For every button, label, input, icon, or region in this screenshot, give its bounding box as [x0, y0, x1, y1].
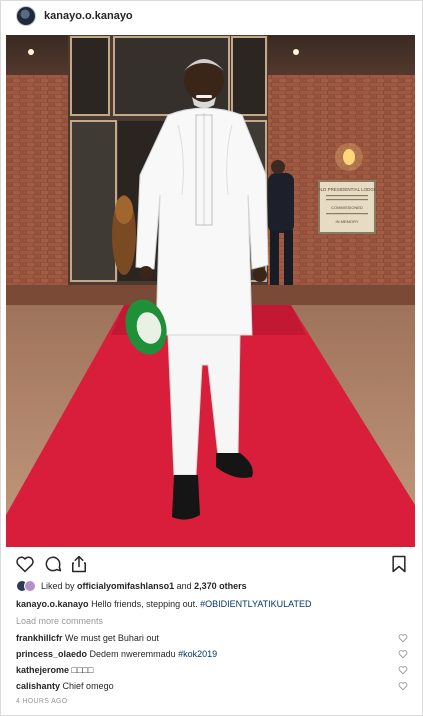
liker-avatar[interactable]: [24, 580, 36, 592]
comment-like-heart-icon[interactable]: [398, 681, 408, 691]
comment-text: Dedem nweremmadu: [89, 649, 176, 659]
load-more-comments-link[interactable]: Load more comments: [16, 616, 103, 626]
likes-others[interactable]: 2,370 others: [194, 581, 247, 591]
user-avatar[interactable]: [16, 6, 36, 26]
comment-text: □□□□: [71, 665, 94, 675]
post-photo[interactable]: OLD PRESIDENTIAL LODGE COMMISSIONED IN M…: [6, 35, 415, 547]
plaque-line1: OLD PRESIDENTIAL LODGE: [317, 187, 377, 192]
likes-joiner: and: [176, 581, 192, 591]
comment-row: calishanty Chief omego: [16, 681, 408, 691]
share-icon[interactable]: [69, 554, 89, 574]
post-timestamp[interactable]: 4 HOURS AGO: [16, 698, 68, 705]
comment-username[interactable]: frankhillcfr: [16, 633, 63, 643]
plaque-line2: COMMISSIONED: [331, 205, 363, 210]
likes-prefix: Liked by: [41, 581, 75, 591]
comment-hashtag[interactable]: #kok2019: [178, 649, 217, 659]
post-photo-image: OLD PRESIDENTIAL LODGE COMMISSIONED IN M…: [6, 35, 415, 547]
post-username[interactable]: kanayo.o.kanayo: [44, 10, 133, 22]
comment-text: We must get Buhari out: [65, 633, 159, 643]
post-caption: kanayo.o.kanayo Hello friends, stepping …: [16, 599, 312, 609]
likes-summary: Liked by officialyomifashlanso1 and 2,37…: [16, 578, 247, 594]
comment-username[interactable]: calishanty: [16, 681, 60, 691]
caption-text: Hello friends, stepping out.: [91, 599, 198, 609]
comment-row: kathejerome □□□□: [16, 665, 408, 675]
instagram-post-card: kanayo.o.kanayo OLD PRESIDENTIAL LODGE C…: [0, 0, 423, 716]
comment-like-heart-icon[interactable]: [398, 633, 408, 643]
comment-icon[interactable]: [43, 554, 63, 574]
caption-hashtag[interactable]: #OBIDIENTLYATIKULATED: [200, 599, 311, 609]
caption-username[interactable]: kanayo.o.kanayo: [16, 599, 89, 609]
comment-row: princess_olaedo Dedem nweremmadu #kok201…: [16, 649, 408, 659]
comment-like-heart-icon[interactable]: [398, 649, 408, 659]
comment-row: frankhillcfr We must get Buhari out: [16, 633, 408, 643]
post-header: kanayo.o.kanayo: [1, 1, 422, 31]
likes-text: Liked by officialyomifashlanso1 and 2,37…: [41, 581, 247, 591]
heart-icon[interactable]: [15, 554, 35, 574]
comment-username[interactable]: princess_olaedo: [16, 649, 87, 659]
comment-text: Chief omego: [62, 681, 114, 691]
comment-username[interactable]: kathejerome: [16, 665, 69, 675]
plaque-line3: IN MEMORY: [335, 219, 358, 224]
bookmark-icon[interactable]: [389, 554, 409, 574]
likes-first-user[interactable]: officialyomifashlanso1: [77, 581, 174, 591]
comment-like-heart-icon[interactable]: [398, 665, 408, 675]
post-actions-bar: [1, 551, 422, 577]
